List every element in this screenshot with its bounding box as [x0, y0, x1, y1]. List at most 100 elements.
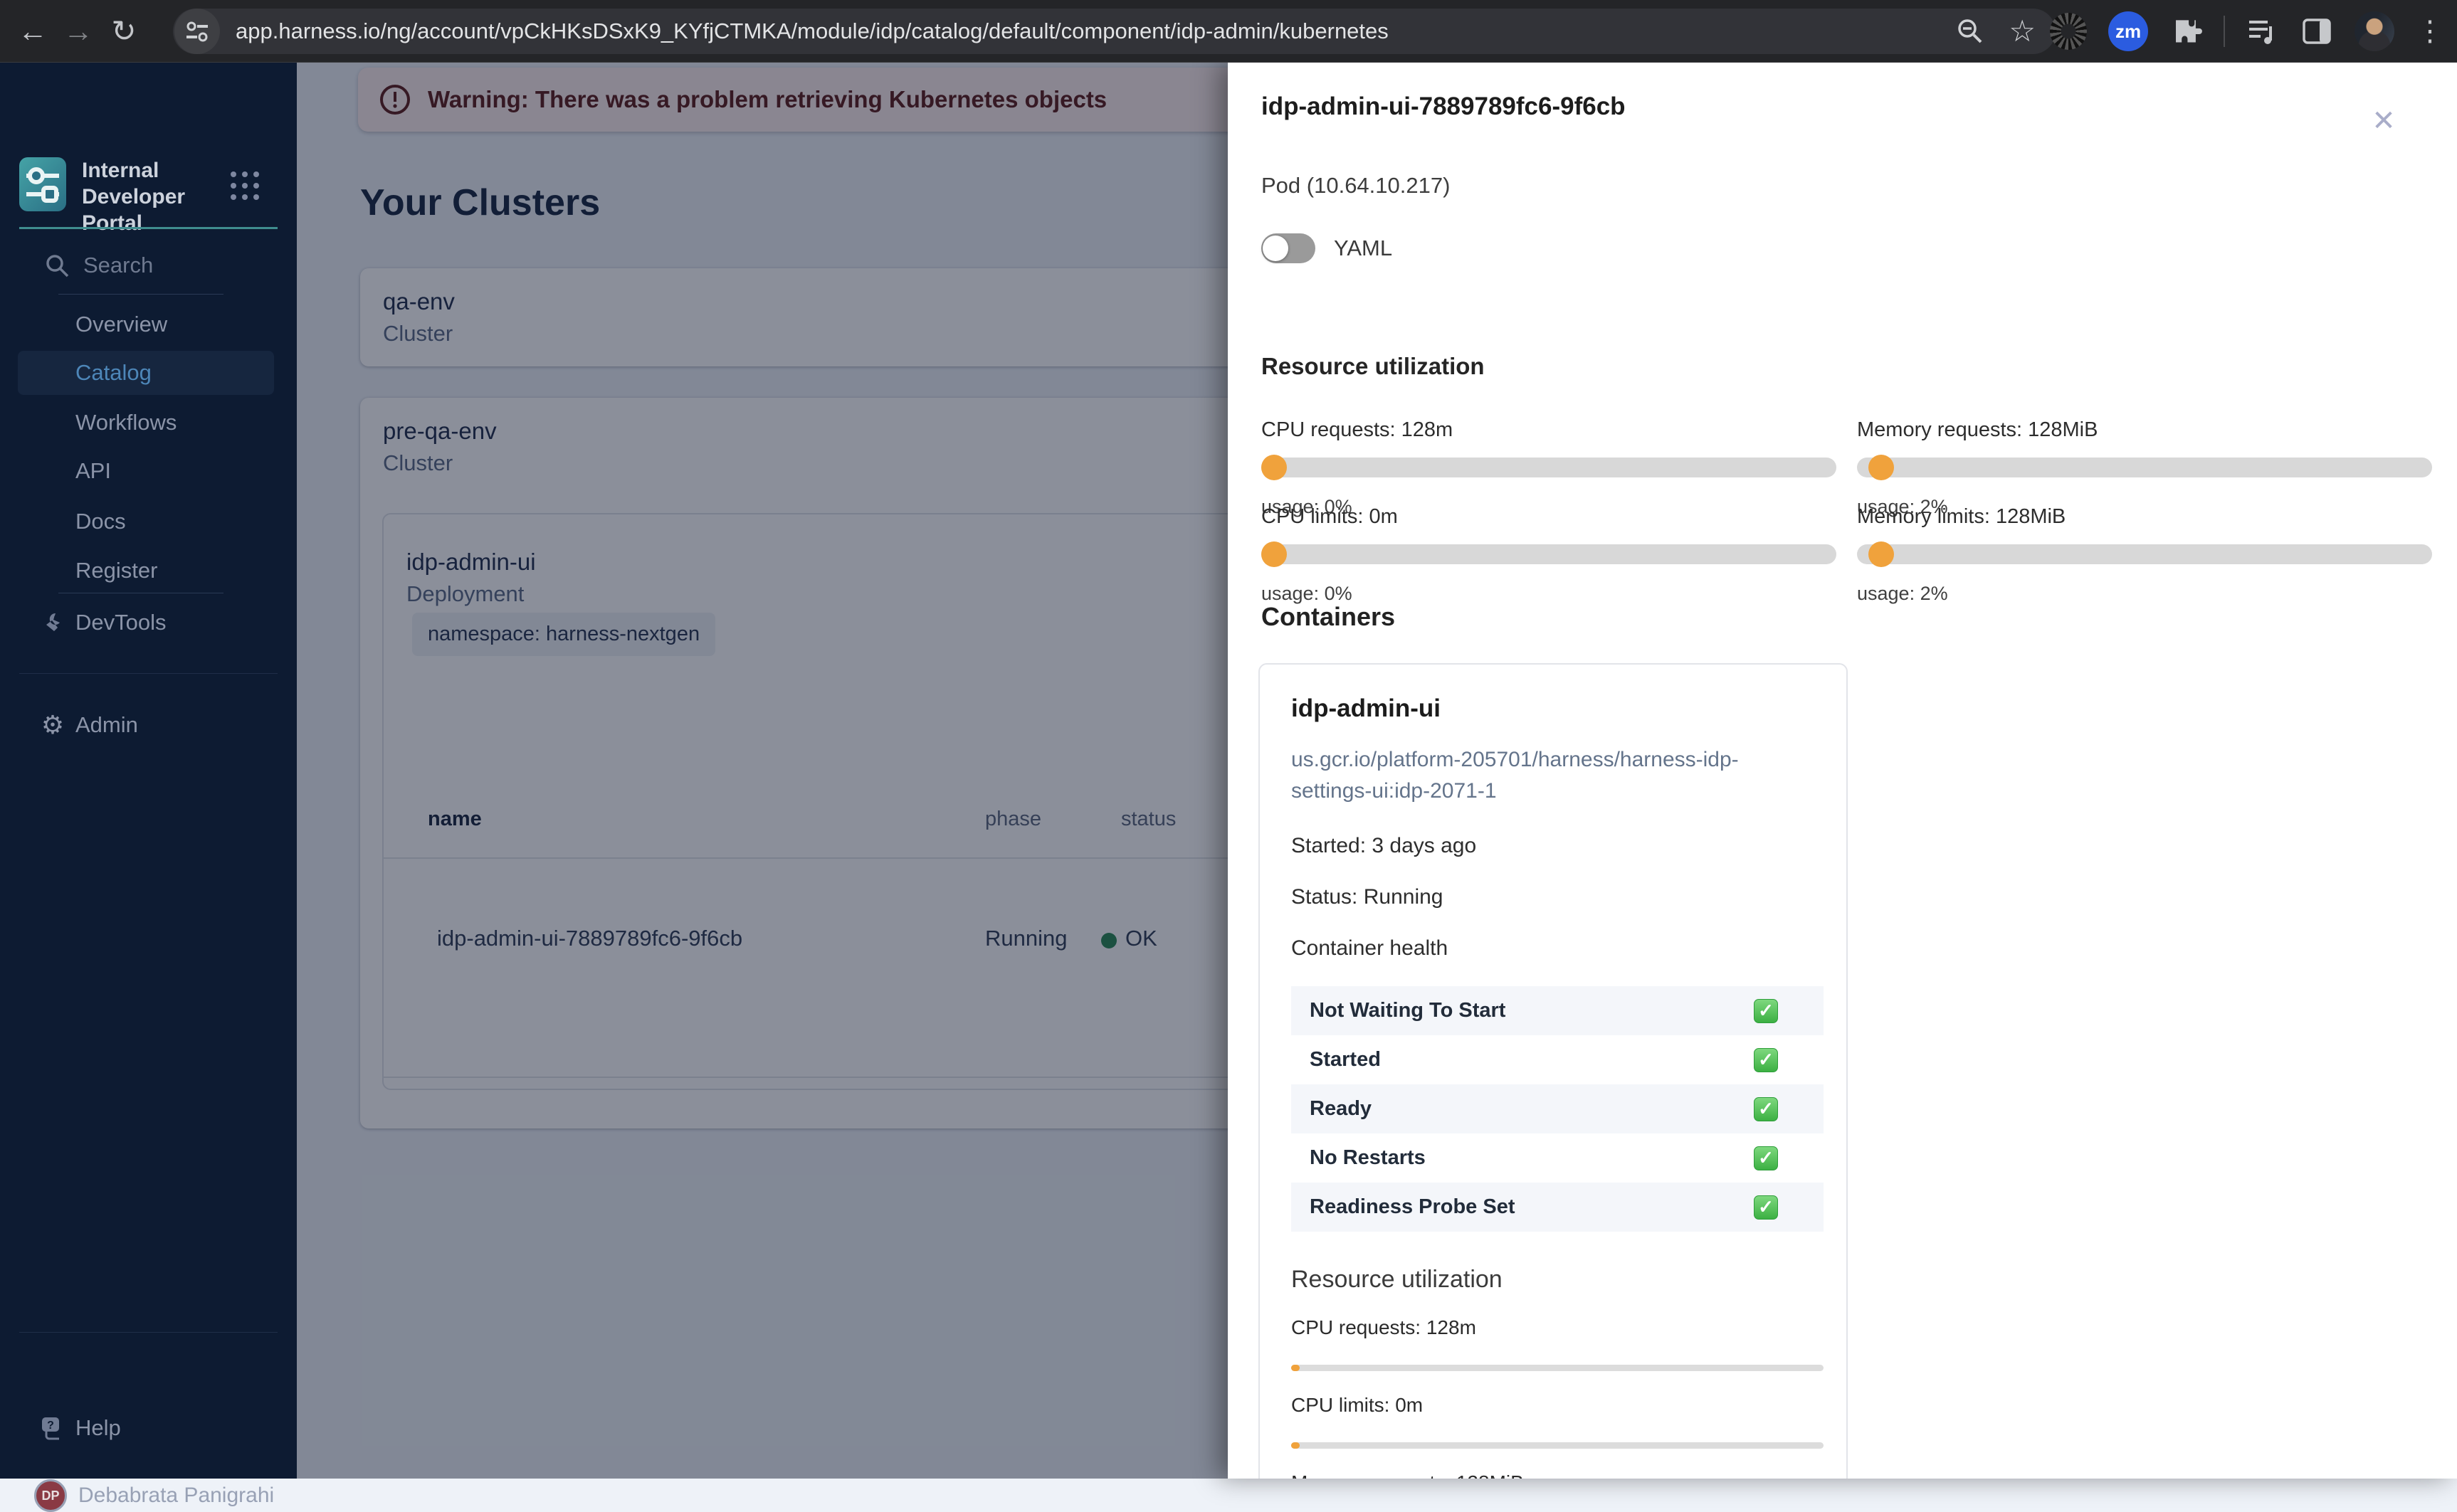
sidebar-accent-divider: [19, 227, 278, 229]
module-grid-icon[interactable]: [229, 170, 261, 201]
container-card: idp-admin-ui us.gcr.io/platform-205701/h…: [1258, 663, 1848, 1479]
health-label: No Restarts: [1310, 1146, 1426, 1169]
metric-label: CPU requests: 128m: [1291, 1316, 1476, 1338]
metric-label: CPU requests: 128m: [1261, 418, 1453, 441]
container-health-heading: Container health: [1291, 936, 1448, 960]
url-text[interactable]: app.harness.io/ng/account/vpCkHKsDSxK9_K…: [236, 18, 1956, 44]
containers-heading: Containers: [1261, 602, 1396, 631]
browser-back-button[interactable]: ←: [10, 9, 56, 54]
container-name: idp-admin-ui: [1291, 694, 1441, 722]
media-playlist-icon[interactable]: [2246, 15, 2279, 48]
sidebar-item-label: Admin: [75, 712, 138, 737]
yaml-toggle-thumb: [1263, 236, 1288, 261]
health-label: Started: [1310, 1048, 1381, 1071]
resource-utilization-heading: Resource utilization: [1261, 353, 1485, 379]
pod-subtitle: Pod (10.64.10.217): [1261, 173, 1451, 198]
sidebar-item-catalog[interactable]: Catalog: [18, 351, 274, 395]
sidebar-item-docs[interactable]: Docs: [18, 499, 274, 544]
sidebar-item-label: Help: [75, 1415, 121, 1440]
sidebar-item-api[interactable]: API: [18, 449, 274, 493]
metric-bar: [1291, 1442, 1824, 1449]
bookmark-star-icon[interactable]: ☆: [2009, 16, 2036, 46]
pod-details-drawer: idp-admin-ui-7889789fc6-9f6cb ✕ Pod (10.…: [1228, 63, 2457, 1479]
sidebar-item-admin[interactable]: ⚙ Admin: [18, 703, 274, 747]
container-metric-cpu-requests: CPU requests: 128m: [1291, 1316, 1824, 1371]
help-chat-icon: ?: [40, 1416, 65, 1440]
sidebar-item-overview[interactable]: Overview: [18, 302, 274, 347]
sidebar-divider: [58, 294, 223, 295]
sidebar-item-label: Overview: [75, 312, 168, 337]
sidebar-divider: [19, 673, 278, 674]
sidebar-search[interactable]: Search: [0, 246, 297, 285]
container-ru-heading: Resource utilization: [1291, 1266, 1503, 1293]
metric-memory-requests: Memory requests: 128MiB usage: 2%: [1857, 418, 2432, 518]
user-name: Debabrata Panigrahi: [78, 1484, 275, 1507]
browser-profile-avatar[interactable]: [2355, 11, 2394, 51]
gauge-knob: [1261, 455, 1287, 480]
extension-spinner-icon[interactable]: [2050, 13, 2087, 50]
metric-gauge: [1261, 541, 1836, 567]
sidebar: Internal Developer Portal Search Overvie…: [0, 63, 297, 1512]
container-metric-cpu-limits: CPU limits: 0m: [1291, 1394, 1824, 1449]
container-started: Started: 3 days ago: [1291, 834, 1477, 857]
metric-label: Memory limits: 128MiB: [1857, 505, 2066, 528]
sidebar-item-label: Register: [75, 558, 158, 583]
drawer-backdrop[interactable]: [297, 63, 1228, 1479]
close-icon[interactable]: ✕: [2367, 104, 2401, 138]
health-row: Not Waiting To Start ✓: [1291, 986, 1824, 1035]
user-avatar: DP: [34, 1479, 67, 1512]
toolbar-separator: [2224, 16, 2225, 47]
metric-cpu-requests: CPU requests: 128m usage: 0%: [1261, 418, 1836, 518]
yaml-toggle-label: YAML: [1334, 236, 1393, 260]
health-label: Readiness Probe Set: [1310, 1195, 1515, 1218]
check-icon: ✓: [1754, 1096, 1778, 1121]
gauge-knob: [1868, 455, 1895, 480]
browser-toolbar: ← → ↻ app.harness.io/ng/account/vpCkHKsD…: [0, 0, 2457, 63]
metric-label: Memory requests: 128MiB: [1291, 1471, 1815, 1479]
zoom-extension-icon[interactable]: zm: [2108, 11, 2148, 51]
container-metric-memory-requests: Memory requests: 128MiB: [1291, 1471, 1815, 1479]
metric-bar: [1291, 1365, 1824, 1371]
browser-menu-icon[interactable]: ⋮: [2416, 15, 2444, 48]
metric-gauge: [1857, 455, 2432, 480]
metric-usage: usage: 2%: [1857, 583, 1948, 604]
health-row: Ready ✓: [1291, 1084, 1824, 1133]
sidebar-item-label: Catalog: [75, 360, 152, 385]
metric-label: Memory requests: 128MiB: [1857, 418, 2098, 441]
container-image: us.gcr.io/platform-205701/harness/harnes…: [1291, 748, 1739, 803]
search-placeholder: Search: [83, 253, 154, 277]
metric-label: CPU limits: 0m: [1261, 505, 1398, 528]
browser-forward-button[interactable]: →: [56, 9, 101, 54]
address-bar[interactable]: app.harness.io/ng/account/vpCkHKsDSxK9_K…: [173, 9, 2056, 54]
idp-logo: [19, 157, 66, 211]
portal-title: Internal Developer Portal: [82, 159, 186, 235]
health-row: No Restarts ✓: [1291, 1133, 1824, 1183]
browser-reload-button[interactable]: ↻: [101, 9, 147, 54]
sidebar-item-devtools[interactable]: DevTools: [18, 601, 274, 645]
user-profile[interactable]: DP Debabrata Panigrahi: [34, 1479, 274, 1512]
extensions-puzzle-icon[interactable]: [2169, 15, 2202, 48]
metric-cpu-limits: CPU limits: 0m usage: 0%: [1261, 505, 1836, 605]
sidebar-item-help[interactable]: ? Help: [18, 1406, 274, 1450]
sidebar-item-workflows[interactable]: Workflows: [18, 401, 274, 445]
side-panel-icon[interactable]: [2300, 15, 2333, 48]
sidebar-divider: [19, 1332, 278, 1333]
gear-icon: ⚙: [41, 710, 65, 739]
health-row: Readiness Probe Set ✓: [1291, 1183, 1824, 1232]
sidebar-item-register[interactable]: Register: [18, 549, 274, 593]
metric-label: CPU limits: 0m: [1291, 1394, 1424, 1416]
site-settings-icon[interactable]: [174, 9, 220, 54]
health-label: Not Waiting To Start: [1310, 999, 1506, 1022]
sidebar-item-label: DevTools: [75, 610, 167, 635]
gauge-knob: [1261, 541, 1287, 567]
metric-gauge: [1261, 455, 1836, 480]
check-icon: ✓: [1754, 1047, 1778, 1072]
check-icon: ✓: [1754, 1195, 1778, 1220]
health-row: Started ✓: [1291, 1035, 1824, 1084]
check-icon: ✓: [1754, 1146, 1778, 1170]
pod-title: idp-admin-ui-7889789fc6-9f6cb: [1261, 92, 1626, 120]
svg-text:?: ?: [47, 1420, 54, 1432]
health-label: Ready: [1310, 1097, 1372, 1120]
yaml-toggle[interactable]: [1261, 233, 1315, 263]
zoom-out-icon[interactable]: [1956, 17, 1984, 46]
